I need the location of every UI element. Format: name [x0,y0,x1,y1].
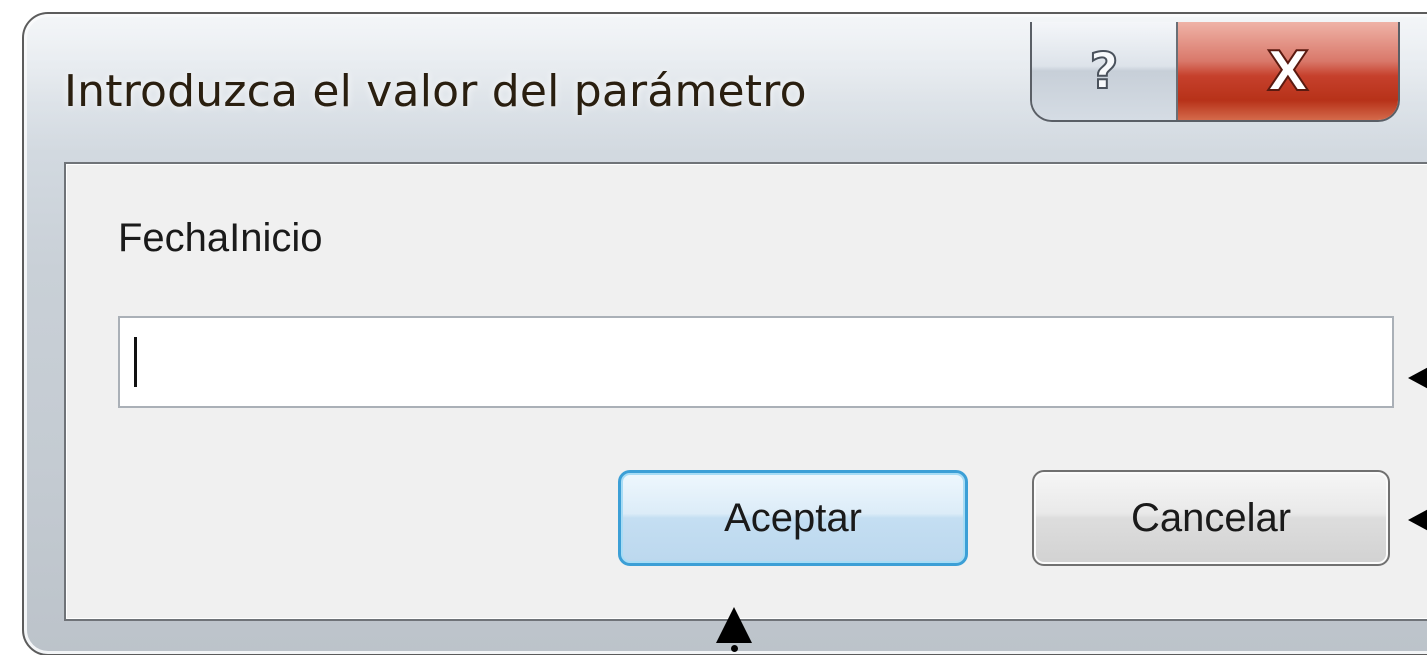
parameter-dialog: Introduzca el valor del parámetro ? X Fe… [22,12,1427,655]
annotation-arrow-left-icon [1408,364,1427,392]
annotation-dot [731,645,738,652]
caption-buttons: ? X [1030,22,1400,122]
annotation-arrow-left-icon [1408,506,1427,534]
ok-button-label: Aceptar [724,495,862,540]
parameter-value-input[interactable] [118,316,1394,408]
parameter-label: FechaInicio [118,216,323,260]
cancel-button[interactable]: Cancelar [1032,470,1390,566]
text-caret [134,337,137,387]
close-icon: X [1266,39,1310,104]
dialog-title: Introduzca el valor del parámetro [64,66,807,117]
ok-button[interactable]: Aceptar [618,470,968,566]
screenshot-stage: Introduzca el valor del parámetro ? X Fe… [0,0,1427,655]
question-mark-icon: ? [1088,41,1119,101]
dialog-body: FechaInicio Aceptar Cancelar [64,162,1427,621]
annotation-dot [731,624,738,631]
cancel-button-label: Cancelar [1130,495,1292,540]
help-button[interactable]: ? [1032,22,1178,120]
close-button[interactable]: X [1178,22,1398,120]
